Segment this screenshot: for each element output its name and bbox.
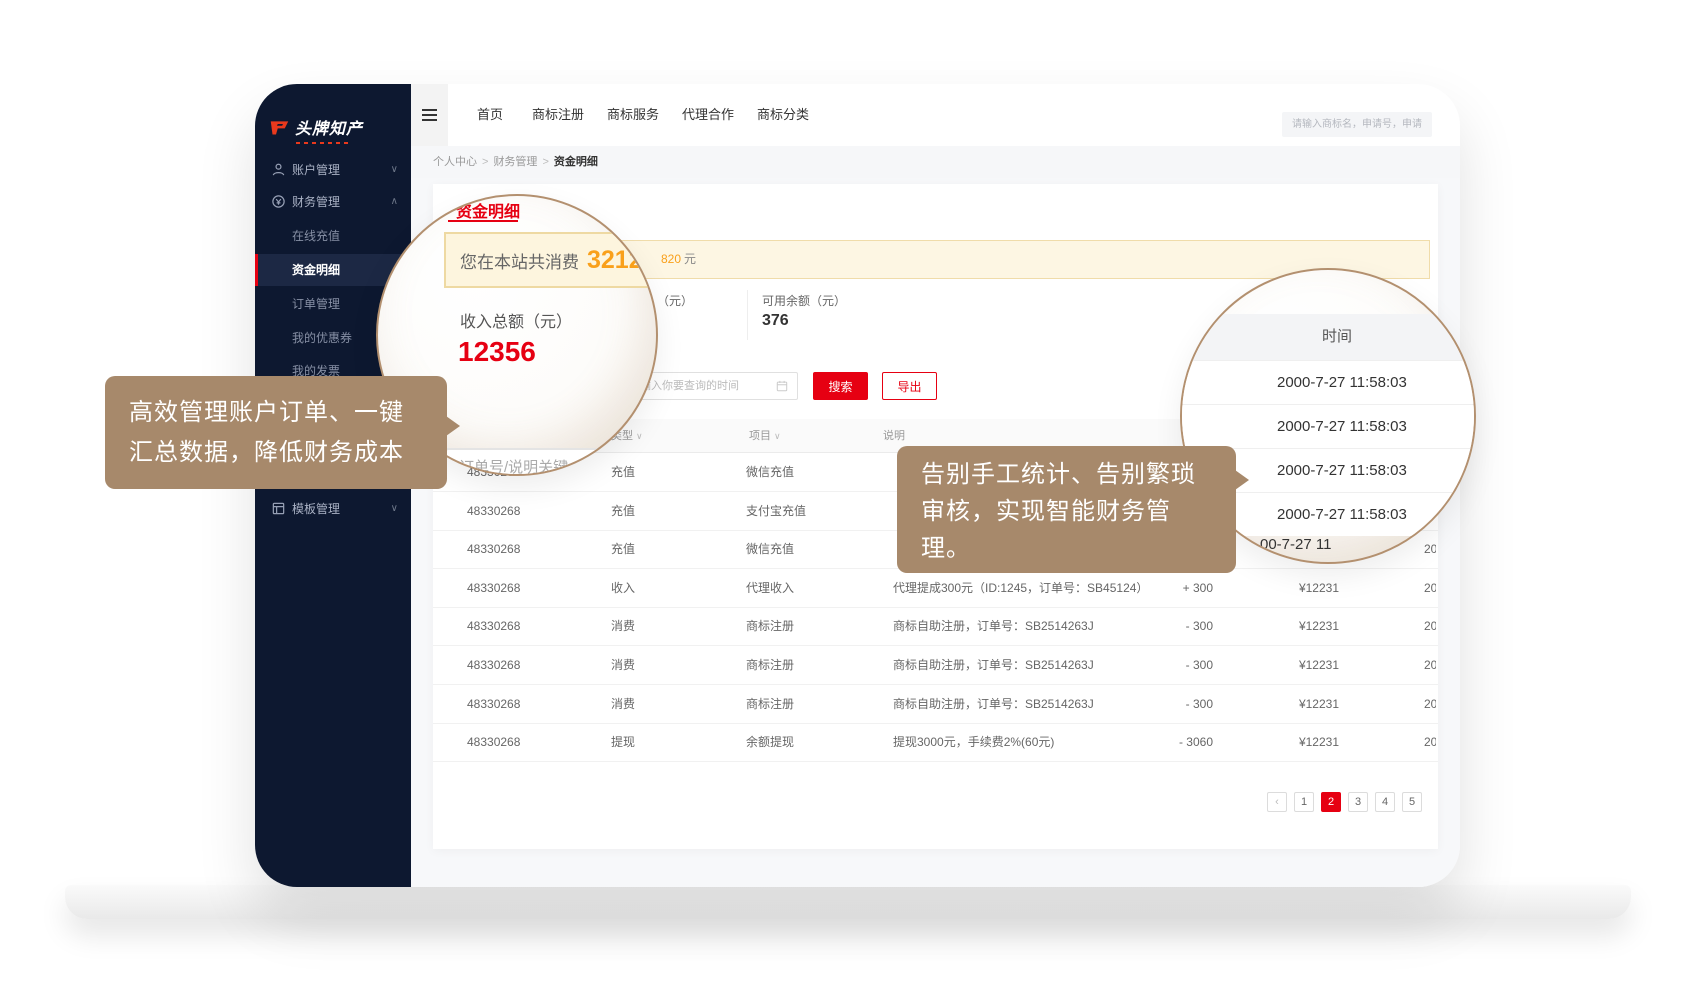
search-button[interactable]: 搜索 [813, 372, 868, 400]
lens-income-label: 收入总额（元） [460, 308, 572, 332]
lens-time-partial: 00-7-27 11 [1260, 536, 1331, 553]
stat-balance-value: 376 [762, 312, 789, 330]
lens-banner: 您在本站共消费32124 [444, 232, 658, 288]
chevron-down-icon: ∨ [391, 493, 398, 525]
lens-keyword-input: 订单号/说明关键 [445, 448, 643, 476]
nav-agent-cooperation[interactable]: 代理合作 [682, 84, 734, 146]
sort-caret-icon: ∨ [774, 431, 781, 441]
breadcrumb-fund-detail: 资金明细 [554, 156, 598, 168]
callout-arrow-right-icon [1235, 470, 1249, 490]
user-icon [271, 162, 286, 177]
page: 头牌知产 账户管理 ∨ 财务管理 ∧ 在线充值 资金明细 [0, 0, 1696, 1002]
callout-left: 高效管理账户订单、一键 汇总数据，降低财务成本 [105, 376, 447, 489]
table-row: 48330268 提现 余额提现 提现3000元，手续费2%(60元) - 30… [433, 723, 1438, 762]
lens-income-value: 12356 [458, 336, 536, 368]
nav-trademark-category[interactable]: 商标分类 [757, 84, 809, 146]
sidebar-item-online-recharge[interactable]: 在线充值 [255, 220, 411, 252]
sidebar-item-finance[interactable]: 财务管理 ∧ [255, 186, 411, 218]
sidebar-item-account[interactable]: 账户管理 ∨ [255, 154, 411, 186]
lens-banner-amount: 32124 [587, 246, 657, 274]
pagination: ‹ 1 2 3 4 5 [1267, 792, 1422, 812]
table-row: 48330268 消费 商标注册 商标自助注册，订单号：SB2514263J -… [433, 685, 1438, 724]
sidebar-item-template[interactable]: 模板管理 ∨ [255, 493, 411, 525]
search-input[interactable] [1282, 112, 1432, 137]
lens-time-row: 2000-7-27 11:58:03 [1182, 404, 1476, 448]
banner-amount: 820 [661, 252, 681, 266]
laptop-base [65, 885, 1631, 919]
stat-consume-label: （元） [657, 292, 693, 309]
breadcrumb-finance[interactable]: 财务管理 [493, 156, 537, 168]
pagination-prev[interactable]: ‹ [1267, 792, 1287, 812]
callout-right: 告别手工统计、告别繁琐 审核，实现智能财务管 理。 [897, 446, 1236, 573]
calendar-icon [776, 380, 788, 392]
banner-tail: 820元 [661, 241, 696, 278]
lens-time-header: 时间 [1182, 314, 1476, 360]
stat-divider [747, 290, 748, 340]
logo: 头牌知产 [269, 112, 363, 142]
hamburger-icon[interactable] [422, 109, 437, 121]
nav-trademark-register[interactable]: 商标注册 [532, 84, 584, 146]
lens-tab-fund-detail: 资金明细 [456, 198, 520, 222]
breadcrumb-separator: > [482, 156, 488, 168]
table-row: 48330268 收入 代理收入 代理提成300元（ID:1245，订单号：SB… [433, 569, 1438, 608]
export-button[interactable]: 导出 [882, 372, 937, 400]
header-project[interactable]: 项目∨ [749, 419, 781, 453]
finance-icon [271, 194, 286, 209]
callout-arrow-right-icon [446, 416, 460, 436]
nav-home[interactable]: 首页 [477, 84, 503, 146]
table-row: 48330268 消费 商标注册 商标自助注册，订单号：SB2514263J -… [433, 607, 1438, 646]
logo-text: 头牌知产 [295, 115, 363, 139]
breadcrumb-personal-center[interactable]: 个人中心 [433, 156, 477, 168]
pagination-page-2[interactable]: 2 [1321, 792, 1341, 812]
logo-icon [269, 117, 290, 138]
sort-caret-icon: ∨ [636, 431, 643, 441]
nav-trademark-service[interactable]: 商标服务 [607, 84, 659, 146]
chevron-up-icon: ∧ [391, 186, 398, 218]
table-row: 48330268 消费 商标注册 商标自助注册，订单号：SB2514263J -… [433, 646, 1438, 685]
breadcrumb-separator: > [542, 156, 548, 168]
top-navbar: 首页 商标注册 商标服务 代理合作 商标分类 [411, 84, 1460, 146]
logo-subtext-dots [296, 142, 348, 144]
pagination-page-1[interactable]: 1 [1294, 792, 1314, 812]
lens-time-row: 2000-7-27 11:58:03 [1182, 360, 1476, 404]
chevron-down-icon: ∨ [391, 154, 398, 186]
pagination-page-3[interactable]: 3 [1348, 792, 1368, 812]
breadcrumb: 个人中心 > 财务管理 > 资金明细 [411, 146, 1460, 178]
template-icon [271, 501, 286, 516]
lens-tab-underline [448, 220, 518, 222]
stat-balance-label: 可用余额（元） [762, 292, 846, 309]
pagination-page-5[interactable]: 5 [1402, 792, 1422, 812]
pagination-page-4[interactable]: 4 [1375, 792, 1395, 812]
